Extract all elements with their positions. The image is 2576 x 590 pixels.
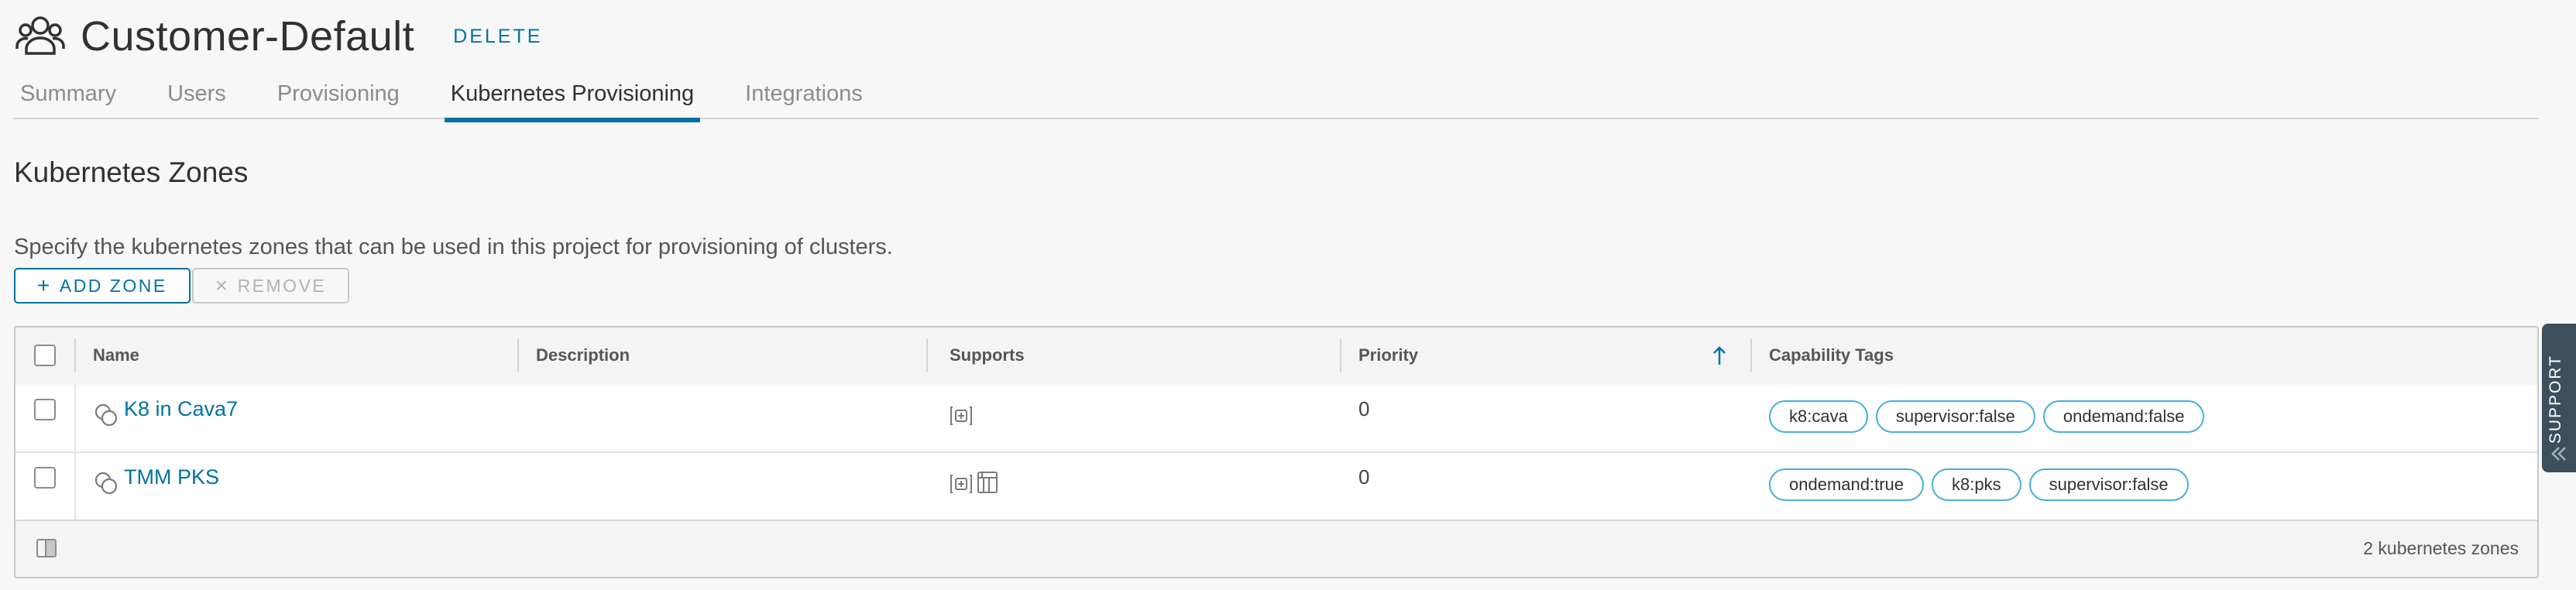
tab-summary[interactable]: Summary (14, 76, 122, 118)
tab-integrations[interactable]: Integrations (739, 76, 869, 118)
section-title: Kubernetes Zones (14, 156, 249, 188)
zone-name-link[interactable]: TMM PKS (124, 465, 219, 489)
column-divider (74, 338, 76, 372)
add-zone-label: ADD ZONE (59, 275, 167, 296)
table-row: K8 in Cava7 0 k8:cava supervisor:false o… (15, 385, 2537, 453)
remove-button[interactable]: × REMOVE (191, 268, 350, 304)
capability-tags: ondemand:true k8:pks supervisor:false (1769, 468, 2196, 501)
capability-tags: k8:cava supervisor:false ondemand:false (1769, 400, 2212, 433)
support-tab[interactable]: SUPPORT (2542, 324, 2576, 472)
capability-tag[interactable]: k8:pks (1932, 468, 2021, 501)
double-chevron-left-icon (2551, 447, 2566, 461)
section-description: Specify the kubernetes zones that can be… (14, 235, 893, 259)
column-header-supports[interactable]: Supports (950, 328, 1025, 383)
column-header-priority[interactable]: Priority (1358, 328, 1418, 383)
kubernetes-zone-icon (94, 472, 118, 495)
priority-value: 0 (1358, 397, 1370, 420)
capability-tag[interactable]: supervisor:false (2028, 468, 2189, 501)
action-bar: + ADD ZONE × REMOVE (14, 268, 350, 304)
tab-kubernetes-provisioning[interactable]: Kubernetes Provisioning (444, 76, 701, 122)
tab-bar: Summary Users Provisioning Kubernetes Pr… (14, 76, 2539, 122)
support-label: SUPPORT (2547, 355, 2564, 444)
cluster-icon (950, 475, 972, 493)
column-toggle-icon[interactable] (36, 538, 57, 558)
capability-tag[interactable]: ondemand:false (2042, 400, 2205, 433)
column-resize-handle[interactable] (926, 338, 928, 372)
sort-ascending-icon[interactable] (1712, 345, 1727, 368)
column-header-capability-tags[interactable]: Capability Tags (1769, 328, 1894, 383)
column-header-name[interactable]: Name (93, 328, 139, 383)
remove-label: REMOVE (237, 275, 327, 296)
namespace-icon (977, 472, 998, 493)
column-divider (74, 385, 76, 451)
kubernetes-zone-icon (94, 403, 118, 427)
row-checkbox[interactable] (34, 467, 56, 489)
plus-icon: + (37, 273, 52, 297)
capability-tag[interactable]: ondemand:true (1769, 468, 1924, 501)
cluster-icon (950, 406, 972, 425)
page-title: Customer-Default (81, 13, 415, 60)
delete-button[interactable]: DELETE (453, 26, 542, 48)
priority-value: 0 (1358, 465, 1370, 489)
column-header-description[interactable]: Description (536, 328, 630, 383)
grid-footer: 2 kubernetes zones (15, 520, 2537, 577)
table-row: TMM PKS 0 ondemand:true k8:pks superviso… (15, 453, 2537, 521)
capability-tag[interactable]: k8:cava (1769, 400, 1868, 433)
zone-name-link[interactable]: K8 in Cava7 (124, 397, 238, 421)
column-resize-handle[interactable] (517, 338, 519, 372)
kubernetes-zones-grid: Name Description Supports Priority Capab… (14, 326, 2539, 578)
close-icon: × (215, 273, 230, 297)
page-header: Customer-Default DELETE (15, 9, 542, 63)
users-group-icon (15, 16, 65, 55)
add-zone-button[interactable]: + ADD ZONE (14, 268, 191, 304)
grid-header: Name Description Supports Priority Capab… (15, 328, 2537, 386)
grid-row-count: 2 kubernetes zones (2363, 538, 2519, 558)
tab-users[interactable]: Users (161, 76, 232, 118)
capability-tag[interactable]: supervisor:false (1875, 400, 2035, 433)
tab-provisioning[interactable]: Provisioning (271, 76, 406, 118)
column-resize-handle[interactable] (1340, 338, 1341, 372)
column-divider (74, 453, 76, 520)
select-all-checkbox[interactable] (34, 345, 56, 366)
column-resize-handle[interactable] (1750, 338, 1752, 372)
row-checkbox[interactable] (34, 399, 56, 420)
